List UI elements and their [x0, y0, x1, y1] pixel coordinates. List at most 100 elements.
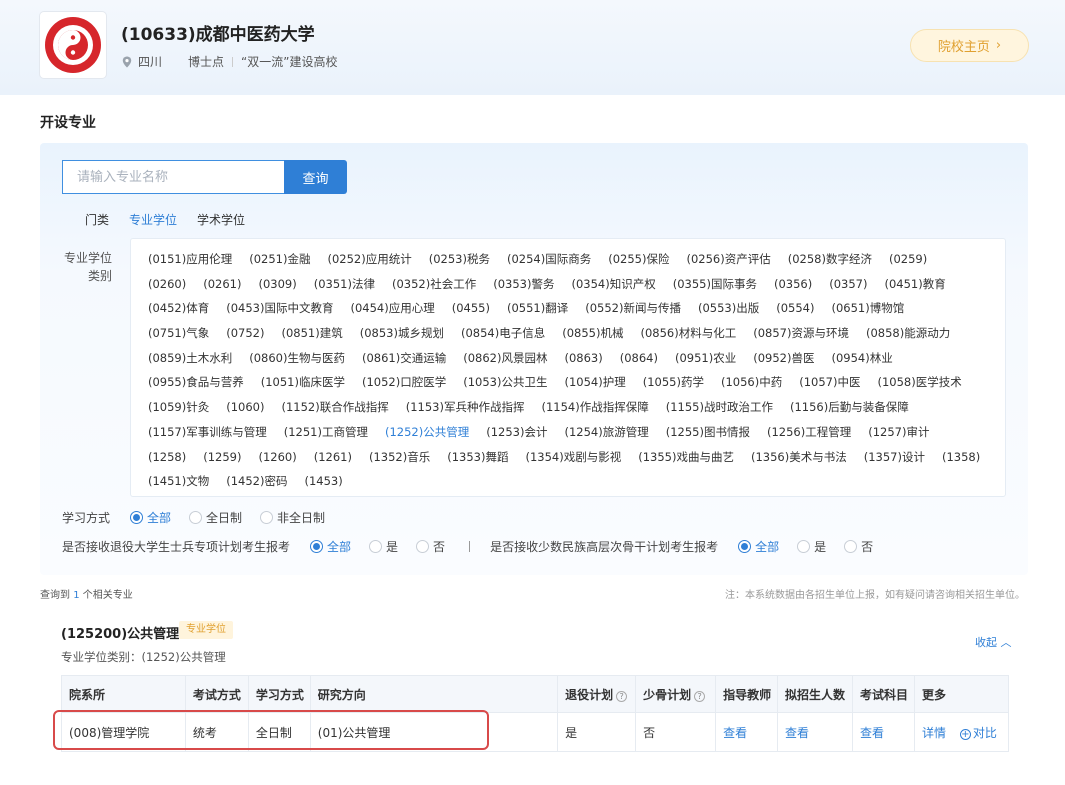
category-item[interactable]: (0858)能源动力: [866, 321, 950, 346]
major-search-input[interactable]: [62, 160, 284, 194]
category-item[interactable]: (1261): [314, 445, 352, 470]
category-item[interactable]: (1256)工程管理: [767, 420, 851, 445]
help-icon[interactable]: ?: [694, 690, 706, 702]
category-item[interactable]: (1260): [259, 445, 297, 470]
category-item[interactable]: (0451)教育: [885, 272, 946, 297]
category-item[interactable]: (1058)医学技术: [878, 370, 962, 395]
tab-academic-degree[interactable]: 学术学位: [197, 211, 245, 228]
category-item[interactable]: (1054)护理: [565, 370, 626, 395]
category-item[interactable]: (0861)交通运输: [362, 346, 446, 371]
category-item[interactable]: (0860)生物与医药: [249, 346, 345, 371]
category-item[interactable]: (1353)舞蹈: [447, 445, 508, 470]
category-item[interactable]: (1259): [203, 445, 241, 470]
category-item[interactable]: (1354)戏剧与影视: [526, 445, 622, 470]
category-item[interactable]: (0863): [565, 346, 603, 371]
category-item[interactable]: (0254)国际商务: [507, 247, 591, 272]
study-mode-parttime-radio[interactable]: 非全日制: [260, 509, 325, 526]
category-item[interactable]: (0853)城乡规划: [360, 321, 444, 346]
category-item[interactable]: (1060): [226, 395, 264, 420]
category-item[interactable]: (0855)机械: [562, 321, 623, 346]
detail-link[interactable]: 详情: [922, 726, 946, 740]
view-quota-link[interactable]: 查看: [785, 726, 809, 740]
category-item[interactable]: (0351)法律: [314, 272, 375, 297]
help-icon[interactable]: ?: [616, 690, 628, 702]
view-subjects-link[interactable]: 查看: [860, 726, 884, 740]
category-item[interactable]: (1154)作战指挥保障: [542, 395, 649, 420]
category-item[interactable]: (0454)应用心理: [351, 296, 435, 321]
category-item[interactable]: (0356): [774, 272, 812, 297]
veteran-yes-radio[interactable]: 是: [369, 538, 398, 555]
category-item[interactable]: (1057)中医: [799, 370, 860, 395]
category-item[interactable]: (1052)口腔医学: [362, 370, 446, 395]
category-item[interactable]: (1153)军兵种作战指挥: [406, 395, 525, 420]
category-item[interactable]: (0453)国际中文教育: [226, 296, 333, 321]
category-item[interactable]: (0856)材料与化工: [641, 321, 737, 346]
category-item[interactable]: (1352)音乐: [369, 445, 430, 470]
collapse-button[interactable]: 收起 ︿: [975, 634, 1012, 650]
category-item[interactable]: (1157)军事训练与管理: [148, 420, 267, 445]
category-item[interactable]: (1358): [942, 445, 980, 470]
category-item[interactable]: (0859)土木水利: [148, 346, 232, 371]
category-item[interactable]: (0851)建筑: [282, 321, 343, 346]
search-button[interactable]: 查询: [284, 160, 347, 194]
category-item[interactable]: (0252)应用统计: [328, 247, 412, 272]
category-item[interactable]: (0854)电子信息: [461, 321, 545, 346]
category-item[interactable]: (1251)工商管理: [284, 420, 368, 445]
category-item[interactable]: (0354)知识产权: [572, 272, 656, 297]
category-item[interactable]: (1155)战时政治工作: [666, 395, 773, 420]
category-item[interactable]: (1254)旅游管理: [565, 420, 649, 445]
study-mode-all-radio[interactable]: 全部: [130, 509, 171, 526]
study-mode-fulltime-radio[interactable]: 全日制: [189, 509, 242, 526]
plus-circle-icon[interactable]: +: [959, 728, 971, 740]
category-item[interactable]: (0452)体育: [148, 296, 209, 321]
category-item[interactable]: (0355)国际事务: [673, 272, 757, 297]
minority-yes-radio[interactable]: 是: [797, 538, 826, 555]
category-item[interactable]: (1357)设计: [864, 445, 925, 470]
category-item[interactable]: (1051)临床医学: [261, 370, 345, 395]
category-item[interactable]: (0651)博物馆: [832, 296, 905, 321]
category-item[interactable]: (1055)药学: [643, 370, 704, 395]
category-item[interactable]: (1255)图书情报: [666, 420, 750, 445]
category-item[interactable]: (1453): [305, 469, 343, 494]
category-item[interactable]: (0455): [452, 296, 490, 321]
category-item[interactable]: (0751)气象: [148, 321, 209, 346]
category-item[interactable]: (0857)资源与环境: [753, 321, 849, 346]
category-item[interactable]: (1258): [148, 445, 186, 470]
category-item[interactable]: (0253)税务: [429, 247, 490, 272]
category-item[interactable]: (1451)文物: [148, 469, 209, 494]
category-item[interactable]: (0151)应用伦理: [148, 247, 232, 272]
category-item[interactable]: (0955)食品与营养: [148, 370, 244, 395]
category-item[interactable]: (0259): [889, 247, 927, 272]
category-item[interactable]: (0251)金融: [249, 247, 310, 272]
minority-no-radio[interactable]: 否: [844, 538, 873, 555]
category-item[interactable]: (0553)出版: [698, 296, 759, 321]
category-item[interactable]: (1253)会计: [486, 420, 547, 445]
category-item[interactable]: (1152)联合作战指挥: [282, 395, 389, 420]
category-item[interactable]: (0951)农业: [675, 346, 736, 371]
category-item[interactable]: (1252)公共管理: [385, 420, 469, 445]
compare-link[interactable]: 对比: [973, 726, 997, 740]
category-item[interactable]: (1257)审计: [868, 420, 929, 445]
category-item[interactable]: (0752): [226, 321, 264, 346]
category-item[interactable]: (1356)美术与书法: [751, 445, 847, 470]
category-item[interactable]: (0256)资产评估: [687, 247, 771, 272]
category-item[interactable]: (1053)公共卫生: [463, 370, 547, 395]
category-item[interactable]: (0357): [829, 272, 867, 297]
category-item[interactable]: (0554): [776, 296, 814, 321]
category-item[interactable]: (1452)密码: [226, 469, 287, 494]
category-item[interactable]: (0551)翻译: [507, 296, 568, 321]
category-item[interactable]: (0261): [203, 272, 241, 297]
category-item[interactable]: (0952)兽医: [753, 346, 814, 371]
category-item[interactable]: (0552)新闻与传播: [585, 296, 681, 321]
category-item[interactable]: (0864): [620, 346, 658, 371]
category-item[interactable]: (0260): [148, 272, 186, 297]
category-item[interactable]: (1355)戏曲与曲艺: [638, 445, 734, 470]
category-item[interactable]: (0352)社会工作: [392, 272, 476, 297]
tab-category[interactable]: 门类: [85, 211, 109, 228]
category-item[interactable]: (0309): [259, 272, 297, 297]
category-item[interactable]: (0255)保险: [608, 247, 669, 272]
category-item[interactable]: (0353)警务: [493, 272, 554, 297]
tab-professional-degree[interactable]: 专业学位: [129, 211, 177, 228]
university-home-button[interactable]: 院校主页 ›: [910, 29, 1029, 62]
category-item[interactable]: (0954)林业: [832, 346, 893, 371]
